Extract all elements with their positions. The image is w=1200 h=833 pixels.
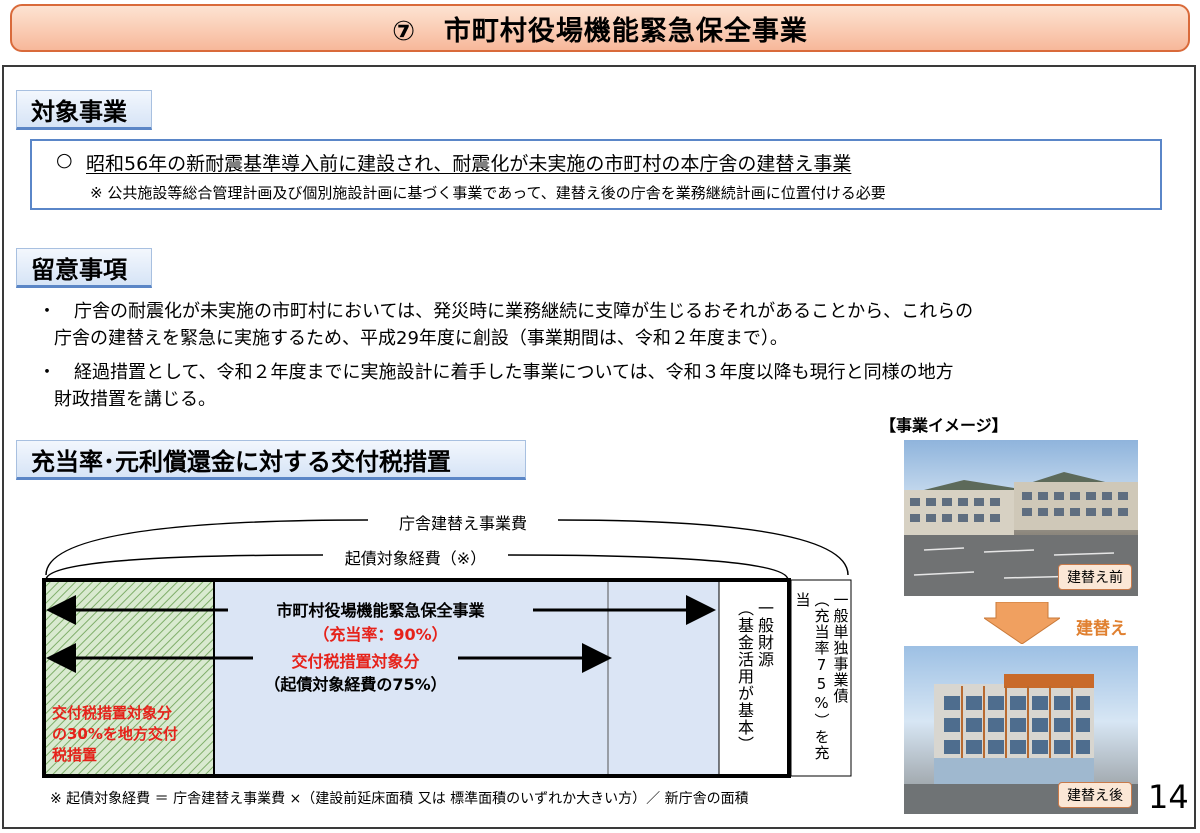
target-project-box: ○ 昭和56年の新耐震基準導入前に建設され、耐震化が未実施の市町村の本庁舎の建替… [30,139,1162,210]
rebuild-label: 建替え [1076,619,1127,639]
note-item-1-line2: 庁舎の建替えを緊急に実施するため、平成29年度に創設（事業期間は、令和２年度まで… [54,328,788,349]
note-item-1-line1: 庁舎の耐震化が未実施の市町村においては、発災時に業務継続に支障が生じるおそれがあ… [74,301,974,322]
eligible-cost-label: 起債対象経費（※） [323,545,508,569]
after-label: 建替え後 [1058,782,1132,808]
rebuild-arrow-icon [984,602,1060,644]
allocation-rate-label: （充当率：90%） [313,625,448,644]
title-banner: ⑦ 市町村役場機能緊急保全事業 [10,4,1190,52]
note-item-2-line2: 財政措置を講じる。 [54,389,216,410]
before-photo: 建替え前 [904,440,1138,596]
note-bullet: ・ [38,362,56,383]
total-brace-left [45,519,369,576]
target-note-text: ※ 公共施設等総合管理計画及び個別施設計画に基づく事業であって、建替え後の庁舎を… [90,184,886,202]
section-heading-notes-text: 留意事項 [31,255,127,284]
circle-bullet: ○ [56,149,73,171]
section-heading-target: 対象事業 [16,90,152,130]
total-brace-right [557,519,849,576]
image-caption: 【事業イメージ】 [880,416,1008,435]
eligible-brace-right [507,554,789,581]
before-label: 建替え前 [1058,564,1132,590]
note-bullet: ・ [38,301,56,322]
grant-target-label: 交付税措置対象分 [291,652,420,671]
project-name-label: 市町村役場機能緊急保全事業 [276,601,485,620]
target-main-text: 昭和56年の新耐震基準導入前に建設され、耐震化が未実施の市町村の本庁舎の建替え事… [86,153,852,175]
general-fund-label: 一般財源 （基金活用が基本） [735,600,774,753]
section-heading-notes: 留意事項 [16,248,152,288]
section-heading-grant-text: 充当率･元利償還金に対する交付税措置 [31,447,451,476]
section-heading-grant: 充当率･元利償還金に対する交付税措置 [16,440,526,480]
section-heading-target-text: 対象事業 [31,97,127,126]
funding-diagram: 庁舎建替え事業費 起債対象経費（※） 市町村役場機能緊急保全事業 （充当率：90… [38,500,858,790]
single-bond-label: 一般単独事業債 （充当率75%）を充当 [793,592,850,761]
after-photo: 建替え後 [904,646,1138,814]
eligible-brace-left [45,554,324,581]
footnote: ※ 起債対象経費 ＝ 庁舎建替え事業費 ×（建設前延床面積 又は 標準面積のいず… [50,791,749,807]
page-number: 14 [1148,778,1189,816]
local-grant-label: 交付税措置対象分 の30%を地方交付 税措置 [52,704,178,764]
total-cost-label: 庁舎建替え事業費 [368,510,558,534]
page-title: ⑦ 市町村役場機能緊急保全事業 [392,15,808,47]
grant-target-ratio-label: （起債対象経費の75%） [264,675,447,694]
note-item-2-line1: 経過措置として、令和２年度までに実施設計に着手した事業については、令和３年度以降… [74,362,954,383]
